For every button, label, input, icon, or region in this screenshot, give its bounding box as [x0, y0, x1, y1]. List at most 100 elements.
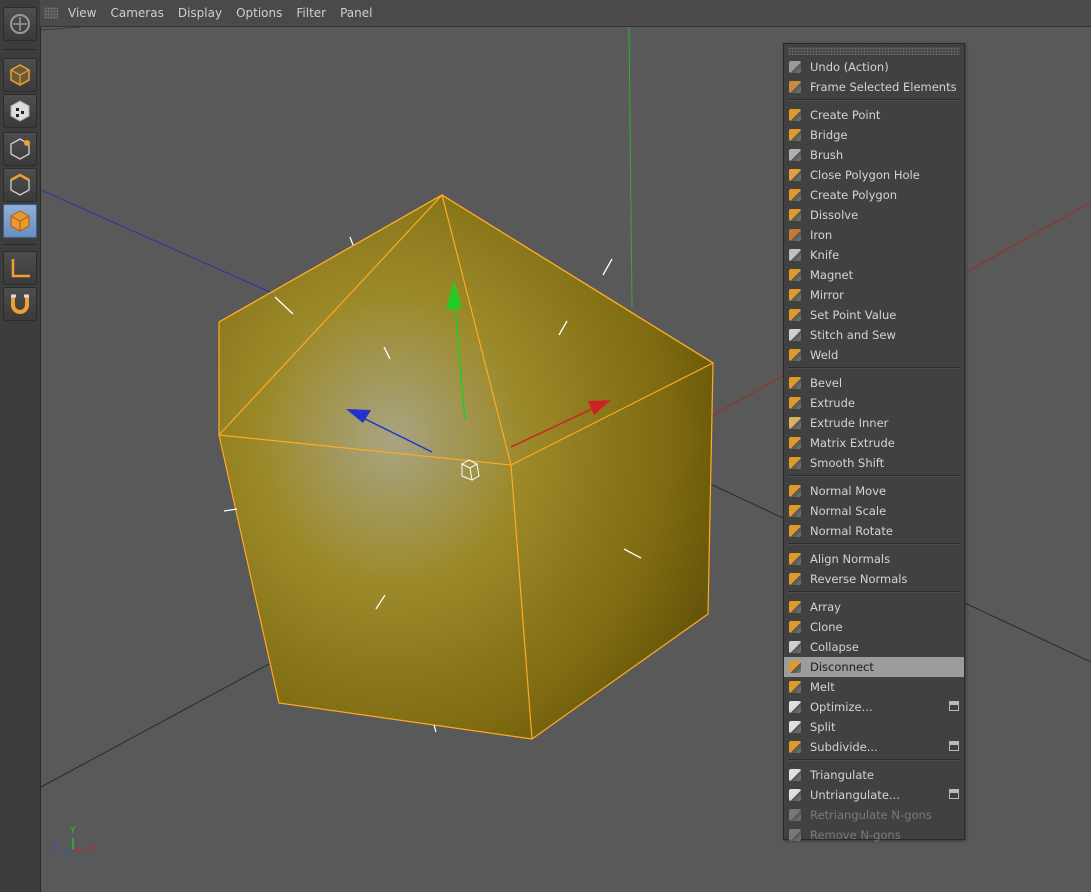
menu-item-label: Iron [810, 228, 833, 242]
y-axis-line [628, 27, 633, 308]
polygon-mesh [218, 193, 715, 740]
menu-item-optimize[interactable]: Optimize... [784, 697, 964, 717]
retriangulate-icon [787, 807, 803, 823]
menu-item-knife[interactable]: Knife [784, 245, 964, 265]
menu-item-label: Knife [810, 248, 840, 262]
axis-label-z: Z [51, 844, 58, 854]
menu-item-weld[interactable]: Weld [784, 345, 964, 365]
menu-item-smooth-shift[interactable]: Smooth Shift [784, 453, 964, 473]
menu-item-dissolve[interactable]: Dissolve [784, 205, 964, 225]
menu-filter[interactable]: Filter [296, 6, 326, 20]
options-dialog-icon[interactable] [949, 789, 959, 799]
normal-scale-icon [787, 503, 803, 519]
menu-options[interactable]: Options [236, 6, 282, 20]
menu-item-subdivide[interactable]: Subdivide... [784, 737, 964, 757]
menu-item-magnet[interactable]: Magnet [784, 265, 964, 285]
menu-separator [788, 475, 960, 477]
viewport-menu-bar: View Cameras Display Options Filter Pane… [40, 0, 1091, 27]
menu-item-split[interactable]: Split [784, 717, 964, 737]
optimize-icon [787, 699, 803, 715]
menu-item-label: Optimize... [810, 700, 873, 714]
menu-display[interactable]: Display [178, 6, 222, 20]
dissolve-icon [787, 207, 803, 223]
menu-item-bevel[interactable]: Bevel [784, 373, 964, 393]
menu-item-label: Align Normals [810, 552, 891, 566]
menu-item-normal-scale[interactable]: Normal Scale [784, 501, 964, 521]
menu-item-label: Reverse Normals [810, 572, 908, 586]
menu-item-close-polygon-hole[interactable]: Close Polygon Hole [784, 165, 964, 185]
melt-icon [787, 679, 803, 695]
normal-move-icon [787, 483, 803, 499]
menu-item-extrude[interactable]: Extrude [784, 393, 964, 413]
menu-cameras[interactable]: Cameras [110, 6, 163, 20]
menu-item-label: Undo (Action) [810, 60, 889, 74]
axis-label-x: X [89, 843, 96, 853]
menu-item-label: Bevel [810, 376, 843, 390]
snapping-icon[interactable] [3, 287, 37, 321]
menu-item-iron[interactable]: Iron [784, 225, 964, 245]
menu-item-melt[interactable]: Melt [784, 677, 964, 697]
menu-item-label: Dissolve [810, 208, 859, 222]
axis-mode-icon[interactable] [3, 251, 37, 285]
extrude-icon [787, 395, 803, 411]
z-axis-line [41, 189, 282, 298]
menu-item-frame-selected-elements[interactable]: Frame Selected Elements [784, 77, 964, 97]
menu-separator [788, 759, 960, 761]
create-polygon-icon [787, 187, 803, 203]
menu-item-label: Close Polygon Hole [810, 168, 920, 182]
weld-icon [787, 347, 803, 363]
menu-item-create-polygon[interactable]: Create Polygon [784, 185, 964, 205]
menu-item-normal-rotate[interactable]: Normal Rotate [784, 521, 964, 541]
menu-item-bridge[interactable]: Bridge [784, 125, 964, 145]
smooth-shift-icon [787, 455, 803, 471]
normal-rotate-icon [787, 523, 803, 539]
menu-item-stitch-and-sew[interactable]: Stitch and Sew [784, 325, 964, 345]
menu-panel[interactable]: Panel [340, 6, 372, 20]
model-mode-icon[interactable] [3, 58, 37, 92]
menu-view[interactable]: View [68, 6, 96, 20]
menu-item-label: Mirror [810, 288, 844, 302]
menu-item-normal-move[interactable]: Normal Move [784, 481, 964, 501]
menu-item-label: Set Point Value [810, 308, 897, 322]
menu-item-reverse-normals[interactable]: Reverse Normals [784, 569, 964, 589]
menu-item-retriangulate-n-gons: Retriangulate N-gons [784, 805, 964, 825]
menu-item-undo-action[interactable]: Undo (Action) [784, 57, 964, 77]
menu-grip[interactable] [788, 47, 960, 55]
edges-mode-icon[interactable] [3, 168, 37, 202]
menu-item-clone[interactable]: Clone [784, 617, 964, 637]
bevel-icon [787, 375, 803, 391]
menu-item-label: Retriangulate N-gons [810, 808, 932, 822]
frame-selected-icon [787, 79, 803, 95]
menu-item-collapse[interactable]: Collapse [784, 637, 964, 657]
align-normals-icon [787, 551, 803, 567]
menu-item-label: Remove N-gons [810, 828, 901, 842]
menu-item-disconnect[interactable]: Disconnect [784, 657, 964, 677]
menu-item-mirror[interactable]: Mirror [784, 285, 964, 305]
texture-mode-icon[interactable] [3, 94, 37, 128]
set-point-value-icon [787, 307, 803, 323]
options-dialog-icon[interactable] [949, 741, 959, 751]
menu-item-label: Brush [810, 148, 844, 162]
matrix-extrude-icon [787, 435, 803, 451]
menu-separator [788, 367, 960, 369]
menu-item-brush[interactable]: Brush [784, 145, 964, 165]
menu-item-extrude-inner[interactable]: Extrude Inner [784, 413, 964, 433]
options-dialog-icon[interactable] [949, 701, 959, 711]
menu-item-array[interactable]: Array [784, 597, 964, 617]
magnet-icon [787, 267, 803, 283]
menu-item-matrix-extrude[interactable]: Matrix Extrude [784, 433, 964, 453]
menu-item-label: Normal Move [810, 484, 887, 498]
points-mode-icon[interactable] [3, 132, 37, 166]
panel-grip[interactable] [44, 7, 58, 19]
untriangulate-icon [787, 787, 803, 803]
menu-item-align-normals[interactable]: Align Normals [784, 549, 964, 569]
polygons-mode-icon[interactable] [3, 204, 37, 238]
menu-item-label: Magnet [810, 268, 854, 282]
make-editable-icon[interactable] [3, 7, 37, 41]
menu-item-untriangulate[interactable]: Untriangulate... [784, 785, 964, 805]
close-hole-icon [787, 167, 803, 183]
menu-item-create-point[interactable]: Create Point [784, 105, 964, 125]
menu-item-label: Weld [810, 348, 839, 362]
menu-item-set-point-value[interactable]: Set Point Value [784, 305, 964, 325]
menu-item-triangulate[interactable]: Triangulate [784, 765, 964, 785]
